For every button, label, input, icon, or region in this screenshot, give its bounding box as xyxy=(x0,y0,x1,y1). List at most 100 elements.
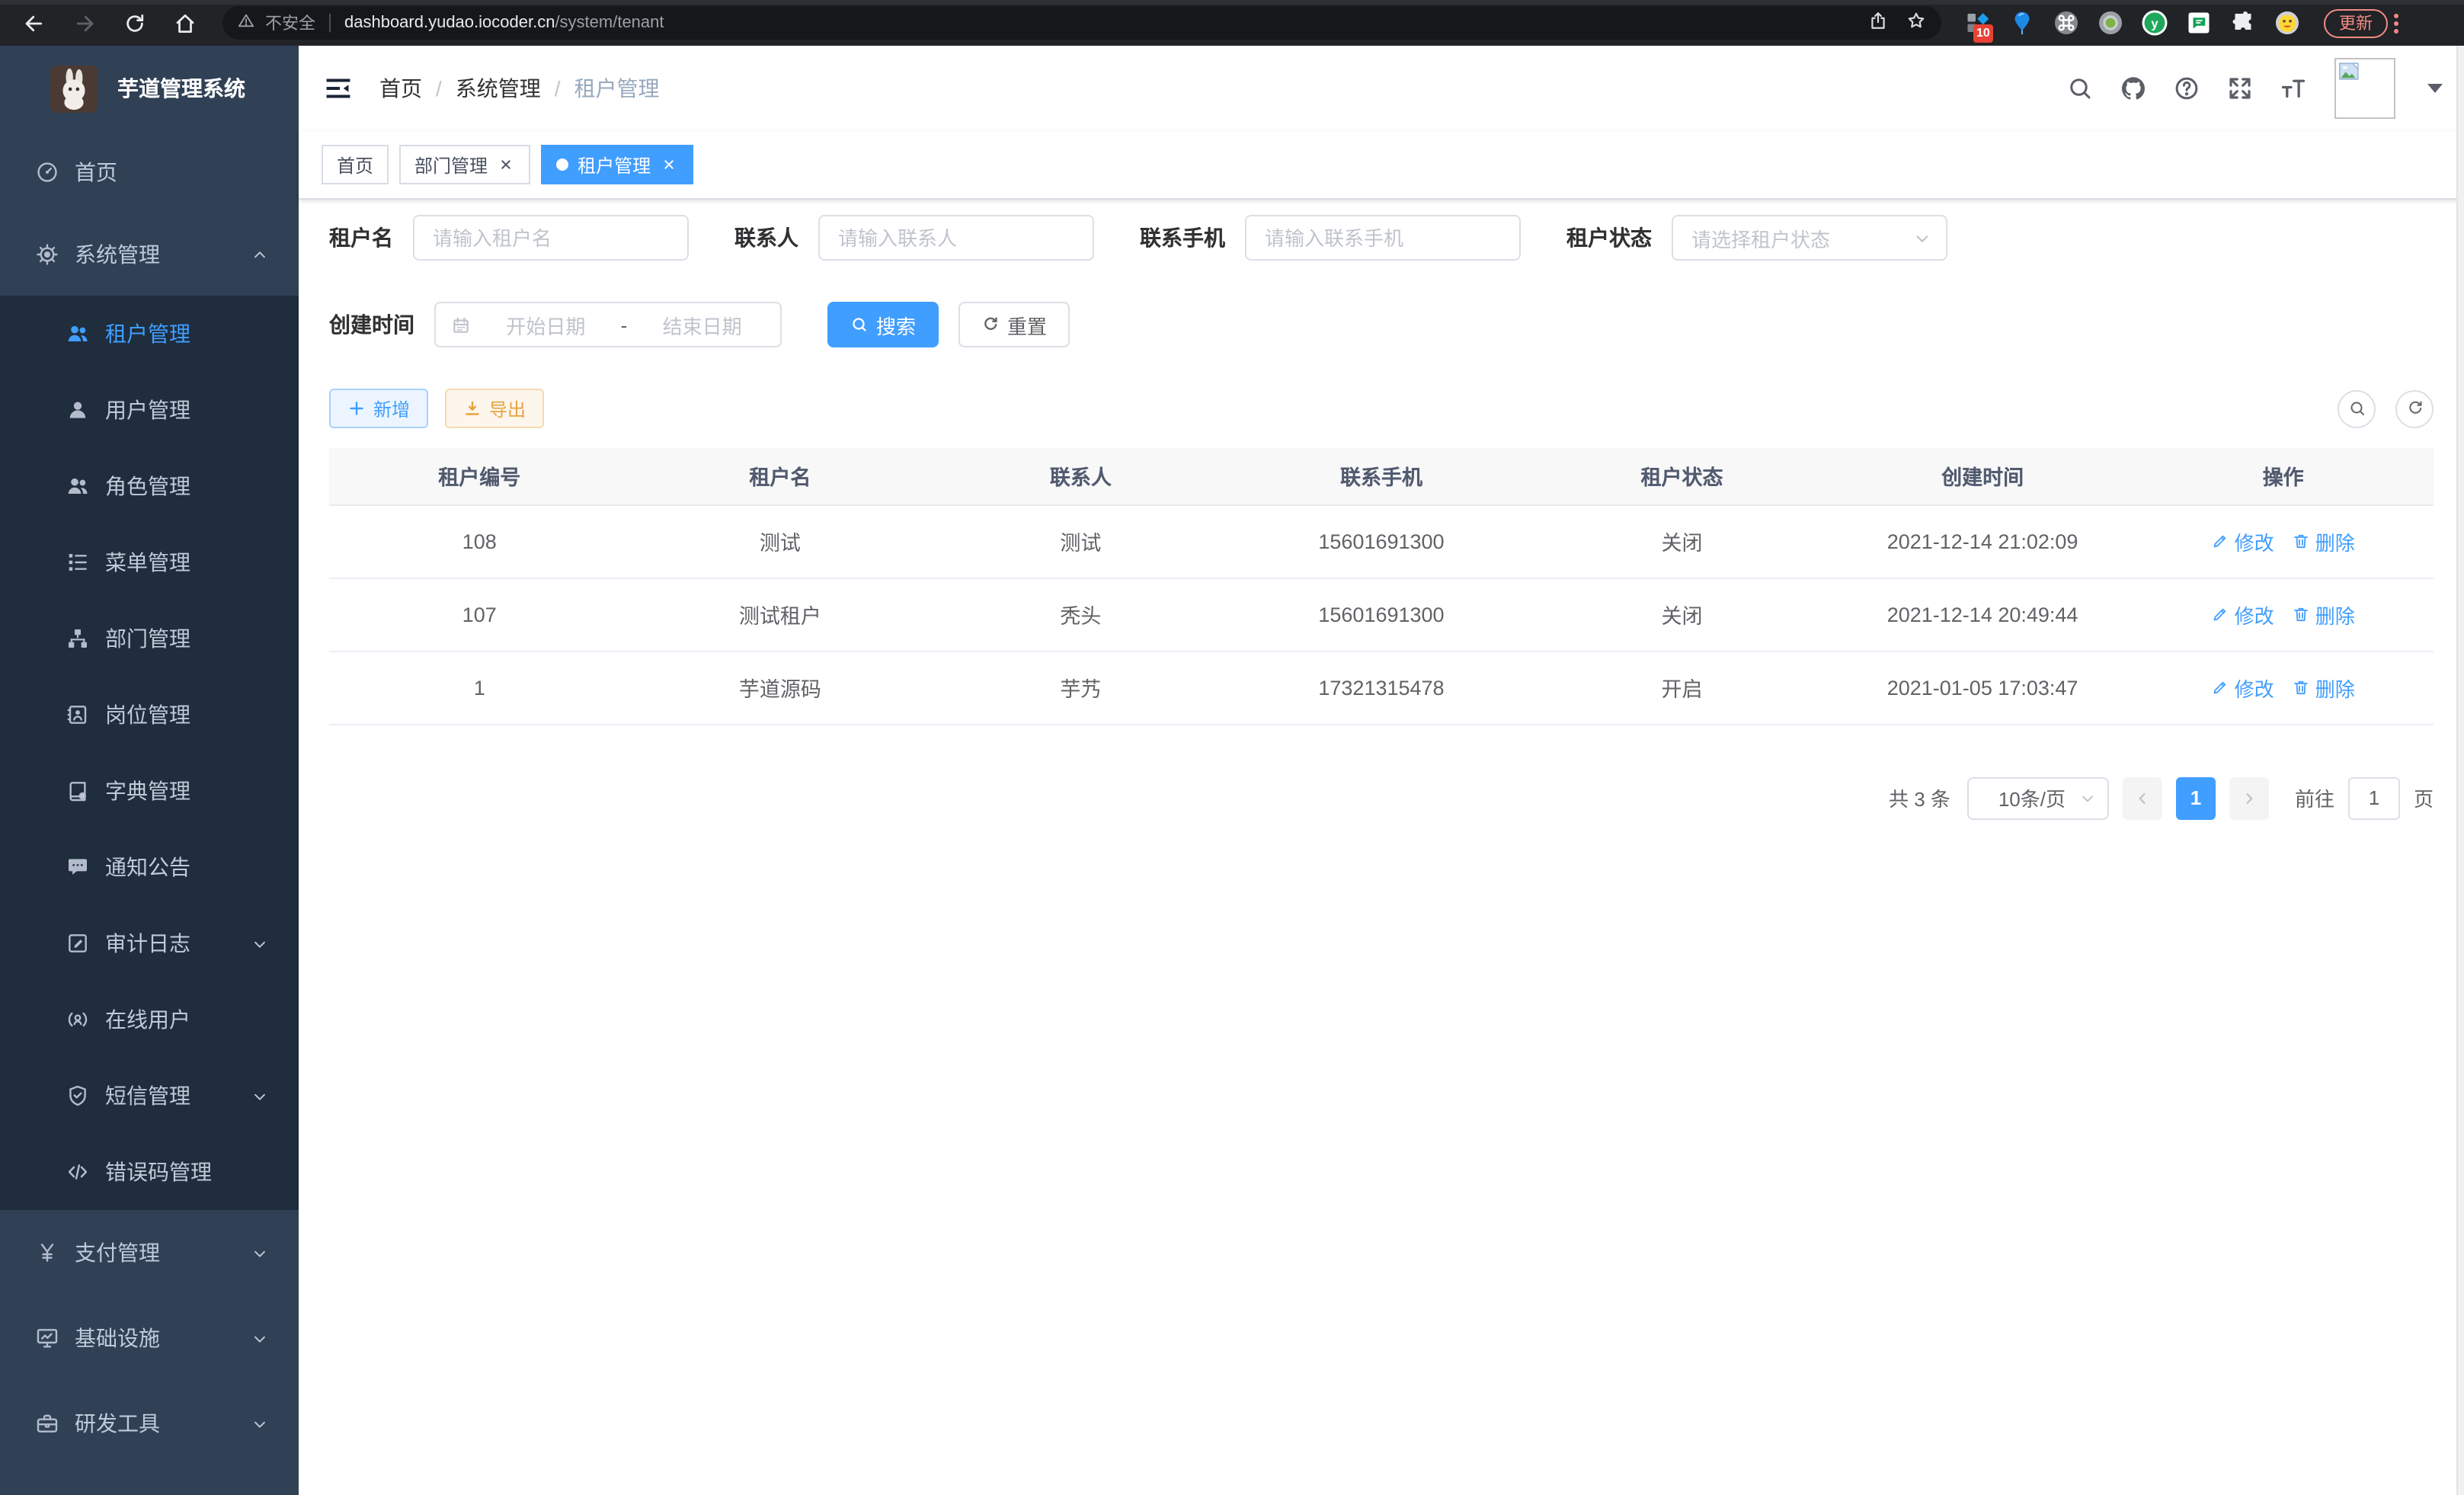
ext-command-icon[interactable] xyxy=(2051,8,2082,38)
chrome-update-button[interactable]: 更新 xyxy=(2324,8,2388,37)
ext-y-icon[interactable]: y xyxy=(2139,8,2170,38)
github-icon[interactable] xyxy=(2118,73,2149,104)
omnibox-divider xyxy=(329,14,331,32)
ext-emoji-icon[interactable] xyxy=(2272,8,2302,38)
sidebar-item-errcode[interactable]: 错误码管理 xyxy=(0,1134,299,1210)
page-size-select[interactable]: 10条/页 xyxy=(1967,776,2109,819)
edit-link[interactable]: 修改 xyxy=(2212,673,2274,702)
sidebar-item-pay[interactable]: 支付管理 xyxy=(0,1210,299,1295)
sidebar-item-dict[interactable]: 字典管理 xyxy=(0,753,299,829)
font-size-icon[interactable] xyxy=(2278,73,2309,104)
browser-home-icon[interactable] xyxy=(168,6,201,40)
page-number-1[interactable]: 1 xyxy=(2176,776,2216,819)
tab-首页[interactable]: 首页 xyxy=(322,145,389,184)
delete-link[interactable]: 删除 xyxy=(2293,527,2355,555)
sidebar-item-menu[interactable]: 菜单管理 xyxy=(0,524,299,600)
sidebar-submenu: 租户管理用户管理角色管理菜单管理部门管理岗位管理字典管理通知公告审计日志在线用户… xyxy=(0,296,299,1210)
code-icon xyxy=(64,1159,90,1185)
ext-chat-icon[interactable] xyxy=(2184,8,2214,38)
filter-create-time: 创建时间 开始日期 - 结束日期 xyxy=(329,302,782,347)
fullscreen-icon[interactable] xyxy=(2225,73,2255,104)
sidebar-item-home[interactable]: 首页 xyxy=(0,131,299,213)
browser-menu-icon[interactable] xyxy=(2394,13,2398,33)
share-icon[interactable] xyxy=(1868,11,1888,35)
chevron-down-icon xyxy=(2080,790,2095,805)
tenant-table: 租户编号租户名联系人联系手机租户状态创建时间操作 108测试测试15601691… xyxy=(329,448,2434,725)
sidebar-item-tenant[interactable]: 租户管理 xyxy=(0,296,299,372)
tree-icon xyxy=(64,549,90,575)
sidebar-item-post[interactable]: 岗位管理 xyxy=(0,677,299,753)
breadcrumb-item-2[interactable]: 系统管理 xyxy=(456,73,541,104)
prev-page-button[interactable] xyxy=(2123,776,2162,819)
page-content: 租户名 联系人 联系手机 租户状态 请选择租户状态 xyxy=(299,200,2464,1495)
sidebar-item-audit[interactable]: 审计日志 xyxy=(0,905,299,981)
sidebar-item-dept[interactable]: 部门管理 xyxy=(0,600,299,677)
sidebar: 芋道管理系统 首页系统管理租户管理用户管理角色管理菜单管理部门管理岗位管理字典管… xyxy=(0,46,299,1495)
sidebar-item-devtool[interactable]: 研发工具 xyxy=(0,1381,299,1466)
editlog-icon xyxy=(64,930,90,956)
delete-link[interactable]: 删除 xyxy=(2293,673,2355,702)
ext-dot-icon[interactable] xyxy=(2095,8,2126,38)
sidebar-collapse-icon[interactable] xyxy=(322,72,355,105)
refresh-table-button[interactable] xyxy=(2395,389,2434,427)
contact-input[interactable] xyxy=(818,215,1094,261)
tab-部门管理[interactable]: 部门管理 xyxy=(399,145,530,184)
page-scrollbar[interactable] xyxy=(2456,46,2464,1495)
cell-created: 2021-12-14 21:02:09 xyxy=(1832,504,2133,578)
table-row: 1芋道源码芋艿17321315478开启2021-01-05 17:03:47修… xyxy=(329,651,2434,724)
ext-tiles-icon[interactable]: 10 xyxy=(1963,8,1993,38)
browser-back-icon[interactable] xyxy=(17,6,50,40)
sidebar-item-system[interactable]: 系统管理 xyxy=(0,213,299,296)
sidebar-item-sms[interactable]: 短信管理 xyxy=(0,1058,299,1134)
cell-actions: 修改删除 xyxy=(2133,504,2434,578)
close-icon[interactable] xyxy=(495,155,515,174)
sidebar-item-online[interactable]: 在线用户 xyxy=(0,981,299,1058)
avatar-dropdown-icon[interactable] xyxy=(2427,84,2443,93)
sidebar-item-infra[interactable]: 基础设施 xyxy=(0,1295,299,1381)
sidebar-item-role[interactable]: 角色管理 xyxy=(0,448,299,524)
tenant-name-input[interactable] xyxy=(413,215,689,261)
browser-forward-icon[interactable] xyxy=(67,6,101,40)
status-select[interactable]: 请选择租户状态 xyxy=(1672,215,1947,261)
tab-租户管理[interactable]: 租户管理 xyxy=(541,145,693,184)
cell-actions: 修改删除 xyxy=(2133,578,2434,651)
filter-mobile: 联系手机 xyxy=(1140,215,1521,261)
column-header: 创建时间 xyxy=(1832,448,2133,504)
reset-button[interactable]: 重置 xyxy=(958,302,1070,347)
edit-link[interactable]: 修改 xyxy=(2212,600,2274,629)
close-icon[interactable] xyxy=(658,155,678,174)
header-search-icon[interactable] xyxy=(2065,73,2095,104)
ext-balloon-icon[interactable] xyxy=(2007,8,2037,38)
next-page-button[interactable] xyxy=(2229,776,2269,819)
app-title: 芋道管理系统 xyxy=(117,73,245,104)
filter-status: 租户状态 请选择租户状态 xyxy=(1566,215,1947,261)
export-button[interactable]: 导出 xyxy=(445,389,544,428)
sidebar-item-label: 系统管理 xyxy=(75,239,160,270)
start-date-placeholder: 开始日期 xyxy=(483,310,609,339)
tenant-name-label: 租户名 xyxy=(329,222,393,253)
add-button[interactable]: 新增 xyxy=(329,389,428,428)
mobile-input[interactable] xyxy=(1245,215,1521,261)
breadcrumb-item-1[interactable]: 首页 xyxy=(379,73,422,104)
app-logo-row[interactable]: 芋道管理系统 xyxy=(0,46,299,131)
tab-label: 租户管理 xyxy=(578,152,651,178)
toggle-search-button[interactable] xyxy=(2338,389,2376,427)
create-time-range-picker[interactable]: 开始日期 - 结束日期 xyxy=(434,302,782,347)
help-icon[interactable] xyxy=(2171,73,2202,104)
browser-reload-icon[interactable] xyxy=(117,6,151,40)
search-button[interactable]: 搜索 xyxy=(827,302,939,347)
bookmark-star-icon[interactable] xyxy=(1906,11,1926,35)
address-bar[interactable]: 不安全 dashboard.yudao.iocoder.cn/system/te… xyxy=(222,6,1941,40)
cell-id: 107 xyxy=(329,578,630,651)
sidebar-item-user[interactable]: 用户管理 xyxy=(0,372,299,448)
shield-icon xyxy=(64,1083,90,1109)
goto-page-input[interactable] xyxy=(2348,776,2400,819)
ext-puzzle-icon[interactable] xyxy=(2228,8,2258,38)
sidebar-item-notice[interactable]: 通知公告 xyxy=(0,829,299,905)
pagination: 共 3 条 10条/页 1 前往 页 xyxy=(329,776,2434,819)
avatar[interactable] xyxy=(2334,58,2395,119)
edit-link[interactable]: 修改 xyxy=(2212,527,2274,555)
monitor-icon xyxy=(34,1325,59,1351)
column-header: 租户名 xyxy=(630,448,931,504)
delete-link[interactable]: 删除 xyxy=(2293,600,2355,629)
